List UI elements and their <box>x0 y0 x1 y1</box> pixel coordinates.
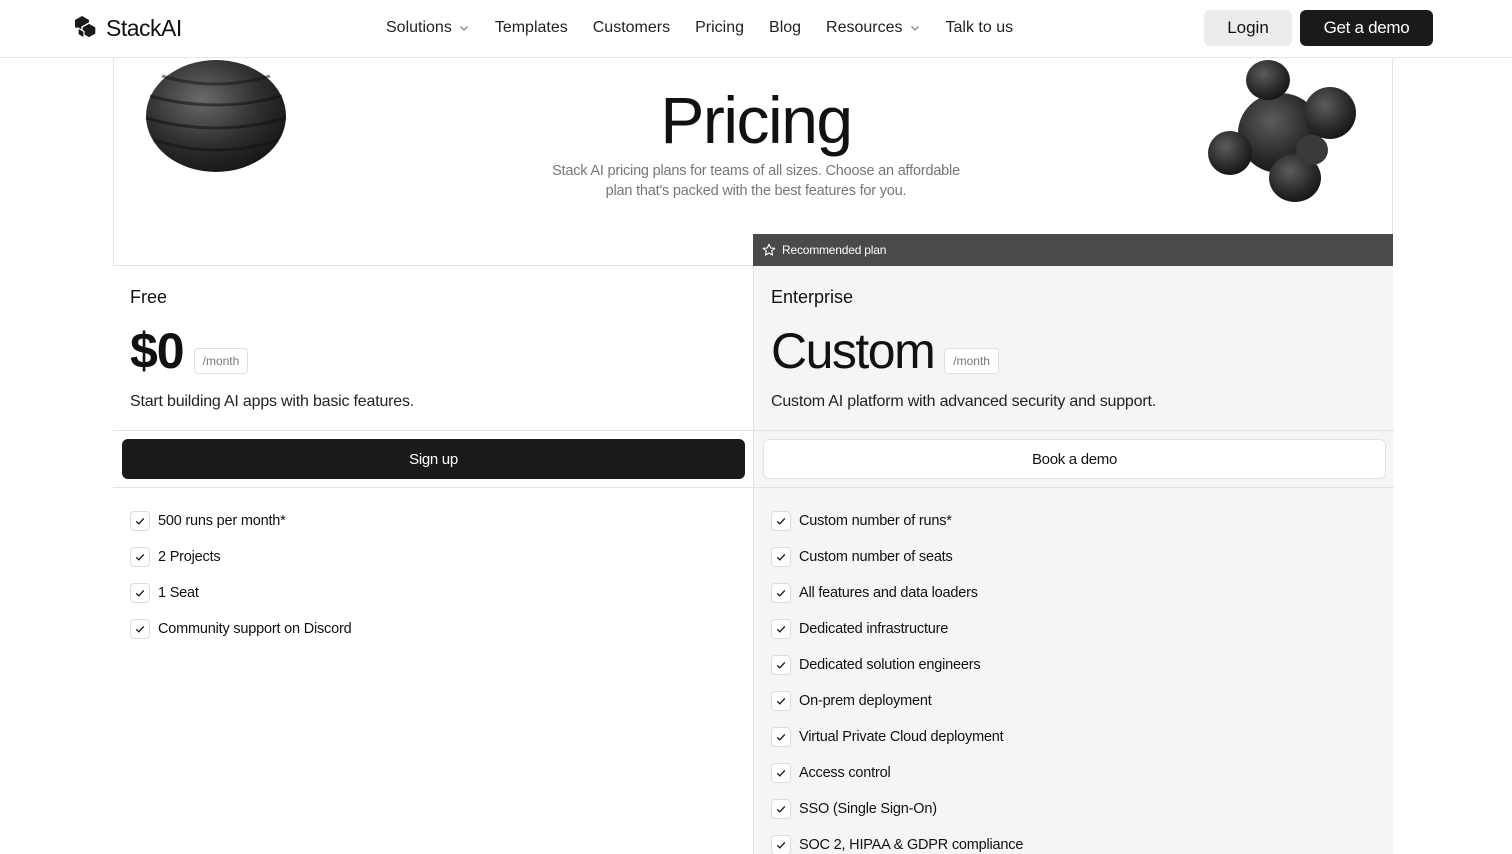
check-icon <box>771 619 791 639</box>
plan-price: Custom <box>771 323 936 379</box>
book-a-demo-button[interactable]: Book a demo <box>763 439 1386 479</box>
divider <box>113 487 753 488</box>
price-row: Custom /month <box>771 322 999 380</box>
nav-blog-label: Blog <box>769 19 802 36</box>
feature-item: Virtual Private Cloud deployment <box>771 719 1023 755</box>
check-icon <box>771 583 791 603</box>
plan-description: Custom AI platform with advanced securit… <box>771 393 1156 410</box>
divider <box>754 430 1394 431</box>
price-period-badge: /month <box>944 348 999 374</box>
star-icon <box>762 243 776 256</box>
feature-item: On-prem deployment <box>771 683 1023 719</box>
decorative-cross-shape-image <box>1208 60 1356 202</box>
divider <box>113 430 753 431</box>
nav-pricing[interactable]: Pricing <box>695 19 744 37</box>
top-navbar: StackAI Solutions Templates Customers Pr… <box>0 0 1512 58</box>
logo-text: StackAI <box>106 14 182 41</box>
feature-text: SSO (Single Sign-On) <box>799 801 937 817</box>
get-a-demo-button[interactable]: Get a demo <box>1300 10 1433 46</box>
feature-list: 500 runs per month* 2 Projects 1 Seat Co… <box>130 503 352 647</box>
stackai-logo-icon <box>75 16 97 40</box>
nav-talk-to-us[interactable]: Talk to us <box>946 19 1014 37</box>
plan-name: Enterprise <box>771 287 854 307</box>
check-icon <box>771 655 791 675</box>
nav-solutions[interactable]: Solutions <box>386 19 470 37</box>
sign-up-button[interactable]: Sign up <box>122 439 745 479</box>
check-icon <box>130 583 150 603</box>
nav-talk-to-us-label: Talk to us <box>945 19 1014 36</box>
nav-solutions-label: Solutions <box>386 19 452 36</box>
plan-name: Free <box>130 287 168 307</box>
check-icon <box>771 727 791 747</box>
feature-text: Custom number of seats <box>799 549 953 565</box>
feature-text: SOC 2, HIPAA & GDPR compliance <box>799 837 1024 853</box>
nav-customers[interactable]: Customers <box>593 19 670 37</box>
divider <box>754 487 1394 488</box>
feature-text: Dedicated infrastructure <box>799 621 949 637</box>
check-icon <box>771 763 791 783</box>
feature-text: Community support on Discord <box>158 621 352 637</box>
check-icon <box>771 511 791 531</box>
feature-item: Dedicated infrastructure <box>771 611 1023 647</box>
feature-item: Dedicated solution engineers <box>771 647 1023 683</box>
check-icon <box>771 547 791 567</box>
feature-item: SOC 2, HIPAA & GDPR compliance <box>771 827 1023 854</box>
recommended-plan-label: Recommended plan <box>782 243 887 257</box>
chevron-down-icon <box>459 26 468 31</box>
login-button[interactable]: Login <box>1204 10 1292 46</box>
plan-card-enterprise: Enterprise Custom /month Custom AI platf… <box>753 266 1394 854</box>
plan-card-free: Free $0 /month Start building AI apps wi… <box>113 266 753 854</box>
price-period-badge: /month <box>193 348 249 374</box>
recommended-plan-banner: Recommended plan <box>753 234 1393 266</box>
feature-item: 500 runs per month* <box>130 503 351 539</box>
nav-templates-label: Templates <box>494 19 568 36</box>
check-icon <box>130 619 150 639</box>
feature-item: Custom number of seats <box>771 539 1023 575</box>
chevron-down-icon <box>910 26 919 31</box>
feature-item: Community support on Discord <box>130 611 352 647</box>
nav-resources-label: Resources <box>826 19 903 36</box>
feature-text: All features and data loaders <box>799 585 978 601</box>
check-icon <box>771 835 791 854</box>
feature-list: Custom number of runs* Custom number of … <box>771 503 1023 854</box>
nav-pricing-label: Pricing <box>695 19 745 36</box>
feature-item: All features and data loaders <box>771 575 1023 611</box>
check-icon <box>771 691 791 711</box>
nav-blog[interactable]: Blog <box>769 19 801 37</box>
feature-item: SSO (Single Sign-On) <box>771 791 1023 827</box>
feature-item: Custom number of runs* <box>771 503 1023 539</box>
logo[interactable]: StackAI <box>72 14 182 42</box>
feature-text: 500 runs per month* <box>158 513 286 529</box>
price-row: $0 /month <box>130 322 249 380</box>
check-icon <box>130 547 150 567</box>
check-icon <box>130 511 150 531</box>
plan-description: Start building AI apps with basic featur… <box>130 393 415 410</box>
feature-text: 1 Seat <box>158 585 199 601</box>
nav-resources[interactable]: Resources <box>826 19 920 37</box>
feature-item: Access control <box>771 755 1023 791</box>
feature-text: Virtual Private Cloud deployment <box>799 729 1004 745</box>
feature-text: On-prem deployment <box>799 693 932 709</box>
feature-item: 2 Projects <box>130 539 351 575</box>
nav-templates[interactable]: Templates <box>495 19 568 37</box>
plan-price: $0 <box>130 323 185 379</box>
check-icon <box>771 799 791 819</box>
feature-item: 1 Seat <box>130 575 351 611</box>
page-subtitle: Stack AI pricing plans for teams of all … <box>552 163 960 199</box>
feature-text: Dedicated solution engineers <box>799 657 981 673</box>
nav-customers-label: Customers <box>592 19 671 36</box>
feature-text: Custom number of runs* <box>799 513 952 529</box>
feature-text: 2 Projects <box>158 549 221 565</box>
nav-links: Solutions Templates Customers Pricing Bl… <box>386 0 1038 56</box>
feature-text: Access control <box>799 765 891 781</box>
